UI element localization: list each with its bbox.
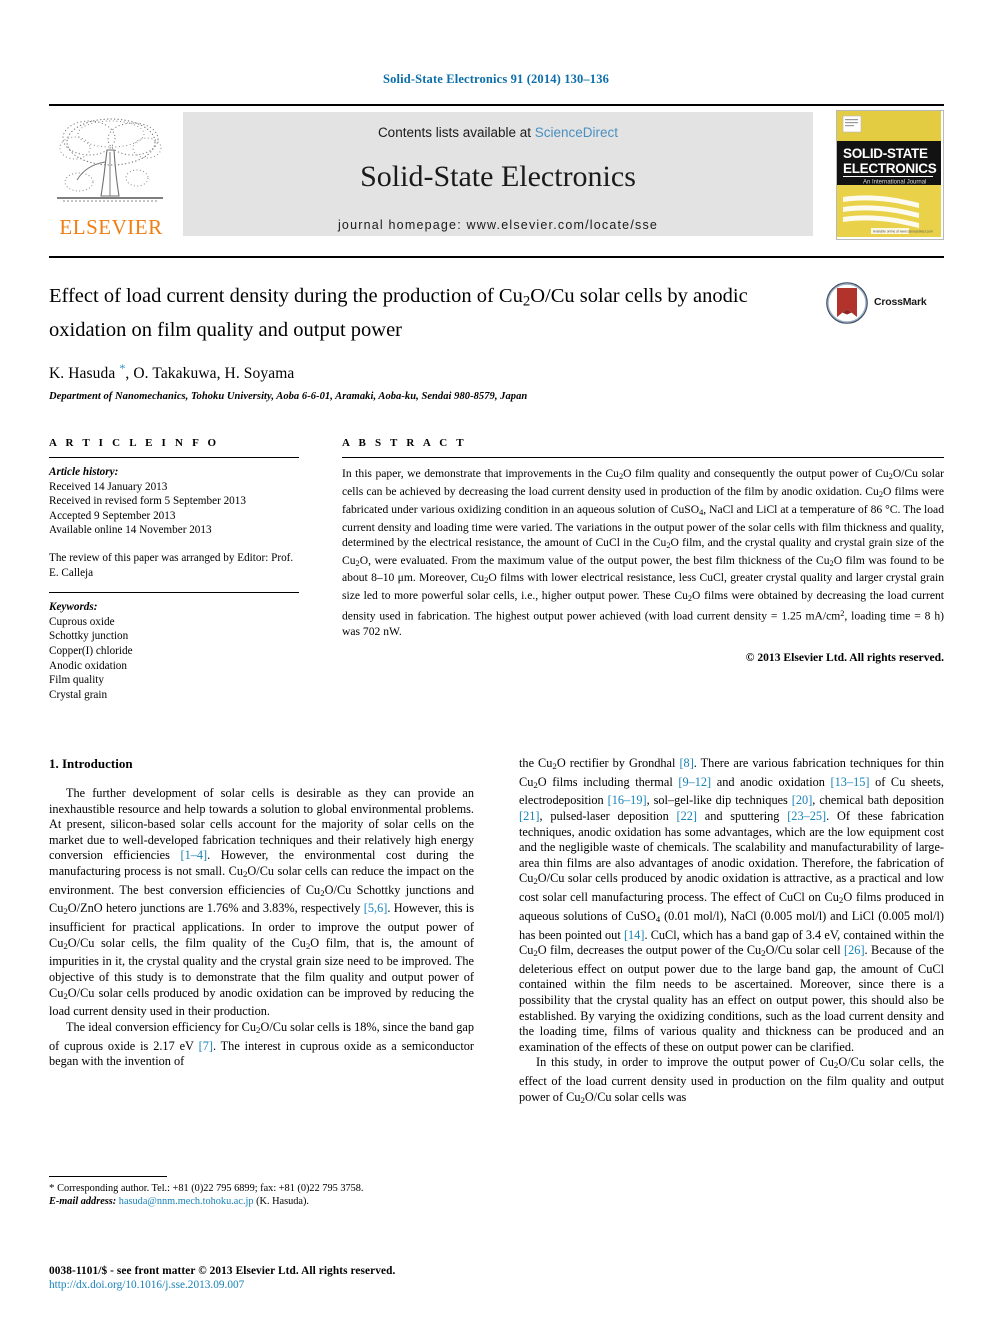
svg-text:SOLID-STATE: SOLID-STATE xyxy=(843,146,928,161)
paragraph: The further development of solar cells i… xyxy=(49,786,475,1019)
paragraph: The ideal conversion efficiency for Cu2O… xyxy=(49,1019,475,1069)
email-link[interactable]: hasuda@nnm.mech.tohoku.ac.jp xyxy=(119,1196,254,1207)
article-info-heading: A R T I C L E I N F O xyxy=(49,437,220,449)
article-info-column: A R T I C L E I N F O Article history: R… xyxy=(49,437,299,702)
corresponding-author-marker: * xyxy=(119,360,126,375)
svg-text:An International Journal: An International Journal xyxy=(863,180,926,186)
elsevier-wordmark: ELSEVIER xyxy=(59,215,163,239)
page-footer: 0038-1101/$ - see front matter © 2013 El… xyxy=(49,1265,549,1291)
author-list: K. Hasuda *, O. Takakuwa, H. Soyama xyxy=(49,360,295,382)
journal-banner: Contents lists available at ScienceDirec… xyxy=(183,112,813,236)
running-head: Solid-State Electronics 91 (2014) 130–13… xyxy=(382,72,610,86)
journal-masthead: ELSEVIER Contents lists available at Sci… xyxy=(49,104,944,240)
svg-text:Available online at www.scienc: Available online at www.sciencedirect.co… xyxy=(873,230,933,234)
paragraph: the Cu2O rectifier by Grondhal [8]. Ther… xyxy=(519,756,945,1054)
keyword-item: Anodic oxidation xyxy=(49,659,127,672)
crossmark-badge[interactable]: CrossMark xyxy=(826,282,944,326)
keywords-block: Keywords: Cuprous oxide Schottky junctio… xyxy=(49,600,299,702)
journal-homepage-link[interactable]: journal homepage: www.elsevier.com/locat… xyxy=(183,218,813,232)
keyword-item: Cuprous oxide xyxy=(49,615,115,628)
doi-link[interactable]: http://dx.doi.org/10.1016/j.sse.2013.09.… xyxy=(49,1279,549,1291)
article-history-label: Article history: xyxy=(49,466,119,478)
keyword-item: Copper(I) chloride xyxy=(49,644,133,657)
article-history: Article history: Received 14 January 201… xyxy=(49,465,299,580)
keyword-item: Film quality xyxy=(49,674,105,687)
email-address-label: E-mail address: xyxy=(49,1196,117,1208)
keyword-item: Crystal grain xyxy=(49,688,108,701)
abstract-heading: A B S T R A C T xyxy=(342,437,467,449)
elsevier-logo: ELSEVIER xyxy=(49,112,171,239)
history-item: Received 14 January 2013 xyxy=(49,480,168,493)
editor-note: The review of this paper was arranged by… xyxy=(49,551,294,579)
abstract-copyright: © 2013 Elsevier Ltd. All rights reserved… xyxy=(745,650,944,664)
title-block: Effect of load current density during th… xyxy=(49,256,944,402)
history-item: Received in revised form 5 September 201… xyxy=(49,495,246,508)
sciencedirect-link[interactable]: ScienceDirect xyxy=(535,125,618,140)
article-info-rule xyxy=(49,457,299,458)
contents-available-line: Contents lists available at ScienceDirec… xyxy=(183,112,813,140)
affiliation: Department of Nanomechanics, Tohoku Univ… xyxy=(49,390,528,402)
abstract-column: A B S T R A C T In this paper, we demons… xyxy=(342,437,944,664)
footnote-contact: * Corresponding author. Tel.: +81 (0)22 … xyxy=(49,1182,364,1194)
footnote-rule xyxy=(49,1176,167,1177)
body-left-column: 1. Introduction The further development … xyxy=(49,756,474,1070)
svg-text:ELECTRONICS: ELECTRONICS xyxy=(843,161,937,176)
crossmark-label: CrossMark xyxy=(874,296,927,308)
email-owner: (K. Hasuda). xyxy=(256,1196,310,1208)
history-item: Available online 14 November 2013 xyxy=(49,524,212,537)
page-title: Effect of load current density during th… xyxy=(49,285,748,341)
abstract-rule xyxy=(342,457,944,458)
footnote-email-line: E-mail address: hasuda@nnm.mech.tohoku.a… xyxy=(49,1195,474,1208)
abstract-text: In this paper, we demonstrate that impro… xyxy=(342,467,945,638)
keyword-item: Schottky junction xyxy=(49,630,129,643)
history-item: Accepted 9 September 2013 xyxy=(49,509,176,522)
keywords-label: Keywords: xyxy=(49,601,98,614)
journal-cover-thumbnail: SOLID-STATE ELECTRONICS An International… xyxy=(836,110,944,240)
section-heading-introduction: 1. Introduction xyxy=(49,756,133,771)
issn-copyright-line: 0038-1101/$ - see front matter © 2013 El… xyxy=(49,1265,396,1277)
paragraph: In this study, in order to improve the o… xyxy=(519,1055,945,1105)
contents-prefix: Contents lists available at xyxy=(377,125,535,140)
paper-page: Solid-State Electronics 91 (2014) 130–13… xyxy=(0,0,992,1323)
body-right-column: the Cu2O rectifier by Grondhal [8]. Ther… xyxy=(519,756,944,1108)
keywords-rule xyxy=(49,592,299,594)
corresponding-author-footnote: * Corresponding author. Tel.: +81 (0)22 … xyxy=(49,1176,474,1209)
journal-title: Solid-State Electronics xyxy=(360,160,636,193)
crossmark-icon xyxy=(826,282,868,324)
